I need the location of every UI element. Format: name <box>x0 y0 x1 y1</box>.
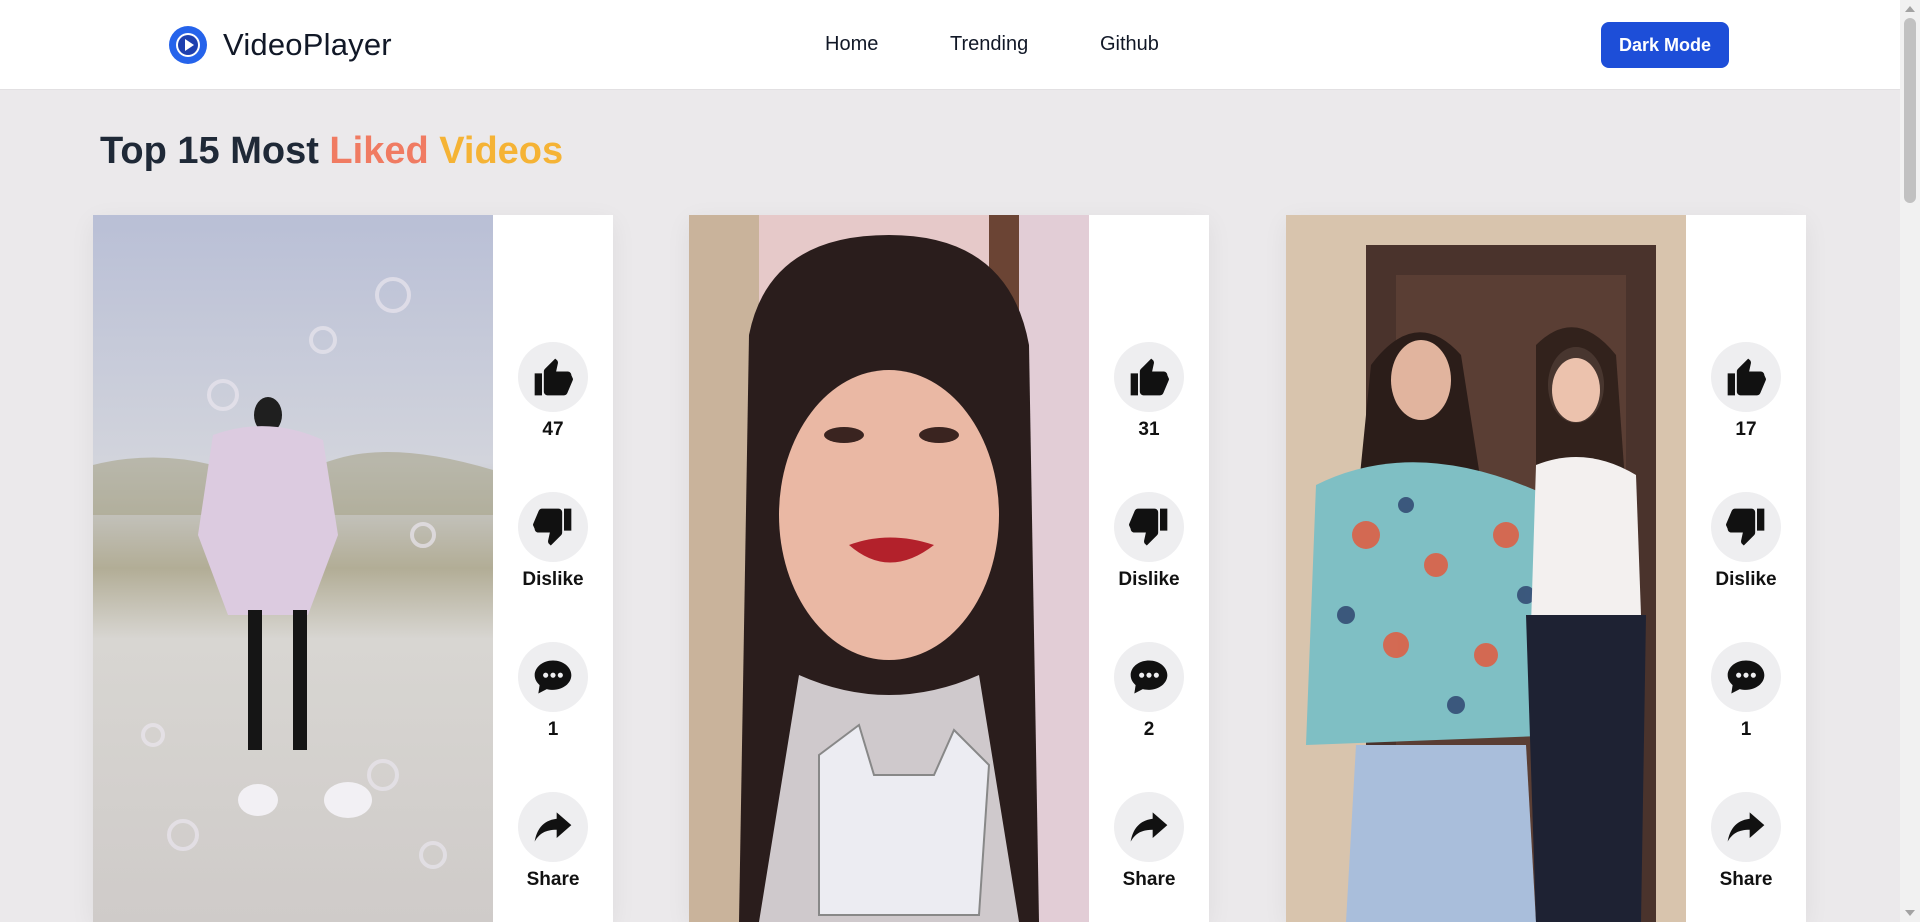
dislike-button[interactable] <box>1114 492 1184 562</box>
video-player[interactable] <box>93 215 493 922</box>
comment-action: 1 <box>1686 642 1806 741</box>
thumbs-up-icon <box>1727 358 1766 396</box>
share-icon <box>1130 812 1168 842</box>
share-button[interactable] <box>518 792 588 862</box>
like-count: 17 <box>1735 419 1757 440</box>
brand-logo[interactable]: VideoPlayer <box>168 25 392 65</box>
comment-button[interactable] <box>1114 642 1184 712</box>
share-button[interactable] <box>1711 792 1781 862</box>
like-action: 31 <box>1089 342 1209 441</box>
like-action: 17 <box>1686 342 1806 441</box>
video-card: 17 Dislike 1 Share <box>1286 215 1806 922</box>
thumbs-up-icon <box>534 358 573 396</box>
video-actions: 47 Dislike 1 Share <box>493 215 613 922</box>
comment-button[interactable] <box>1711 642 1781 712</box>
video-frame <box>1286 215 1686 922</box>
page-scrollbar[interactable] <box>1900 0 1920 922</box>
video-player[interactable] <box>689 215 1089 922</box>
video-card: 31 Dislike 2 Share <box>689 215 1209 922</box>
nav-github[interactable]: Github <box>1100 33 1159 56</box>
brand-name: VideoPlayer <box>223 27 392 62</box>
share-action: Share <box>1686 792 1806 891</box>
scroll-down-arrow-icon[interactable] <box>1905 910 1915 916</box>
comment-count: 1 <box>1740 719 1752 740</box>
video-frame <box>93 215 493 922</box>
comment-icon <box>1130 660 1168 694</box>
share-label: Share <box>1122 869 1176 890</box>
dislike-button[interactable] <box>1711 492 1781 562</box>
like-count: 31 <box>1138 419 1160 440</box>
thumbs-down-icon <box>1726 508 1765 546</box>
play-logo-icon <box>169 26 207 64</box>
dislike-button[interactable] <box>518 492 588 562</box>
comment-icon <box>534 660 572 694</box>
dislike-label: Dislike <box>1715 569 1777 590</box>
title-highlight-liked: Liked <box>329 130 429 172</box>
video-actions: 17 Dislike 1 Share <box>1686 215 1806 922</box>
dislike-label: Dislike <box>522 569 584 590</box>
scroll-up-arrow-icon[interactable] <box>1905 6 1915 12</box>
top-navbar: VideoPlayer Home Trending Github Dark Mo… <box>0 0 1900 90</box>
comment-count: 1 <box>547 719 559 740</box>
share-icon <box>534 812 572 842</box>
nav-home[interactable]: Home <box>825 33 878 56</box>
video-frame <box>689 215 1089 922</box>
dislike-label: Dislike <box>1118 569 1180 590</box>
like-button[interactable] <box>1114 342 1184 412</box>
like-button[interactable] <box>1711 342 1781 412</box>
share-button[interactable] <box>1114 792 1184 862</box>
dislike-action: Dislike <box>1686 492 1806 591</box>
share-action: Share <box>493 792 613 891</box>
thumbs-down-icon <box>1129 508 1168 546</box>
video-card: 47 Dislike 1 Share <box>93 215 613 922</box>
share-icon <box>1727 812 1765 842</box>
dark-mode-button[interactable]: Dark Mode <box>1601 22 1729 68</box>
comment-count: 2 <box>1143 719 1155 740</box>
like-count: 47 <box>542 419 564 440</box>
video-actions: 31 Dislike 2 Share <box>1089 215 1209 922</box>
like-button[interactable] <box>518 342 588 412</box>
thumbs-down-icon <box>533 508 572 546</box>
comment-icon <box>1727 660 1765 694</box>
like-action: 47 <box>493 342 613 441</box>
thumbs-up-icon <box>1130 358 1169 396</box>
nav-trending[interactable]: Trending <box>950 33 1028 56</box>
title-highlight-videos: Videos <box>439 130 564 172</box>
page-title: Top 15 Most Liked Videos <box>100 130 563 173</box>
share-label: Share <box>526 869 580 890</box>
dislike-action: Dislike <box>493 492 613 591</box>
video-player[interactable] <box>1286 215 1686 922</box>
comment-action: 2 <box>1089 642 1209 741</box>
title-prefix: Top 15 Most <box>100 130 330 172</box>
dislike-action: Dislike <box>1089 492 1209 591</box>
scrollbar-thumb[interactable] <box>1904 18 1916 203</box>
share-label: Share <box>1719 869 1773 890</box>
comment-button[interactable] <box>518 642 588 712</box>
comment-action: 1 <box>493 642 613 741</box>
share-action: Share <box>1089 792 1209 891</box>
